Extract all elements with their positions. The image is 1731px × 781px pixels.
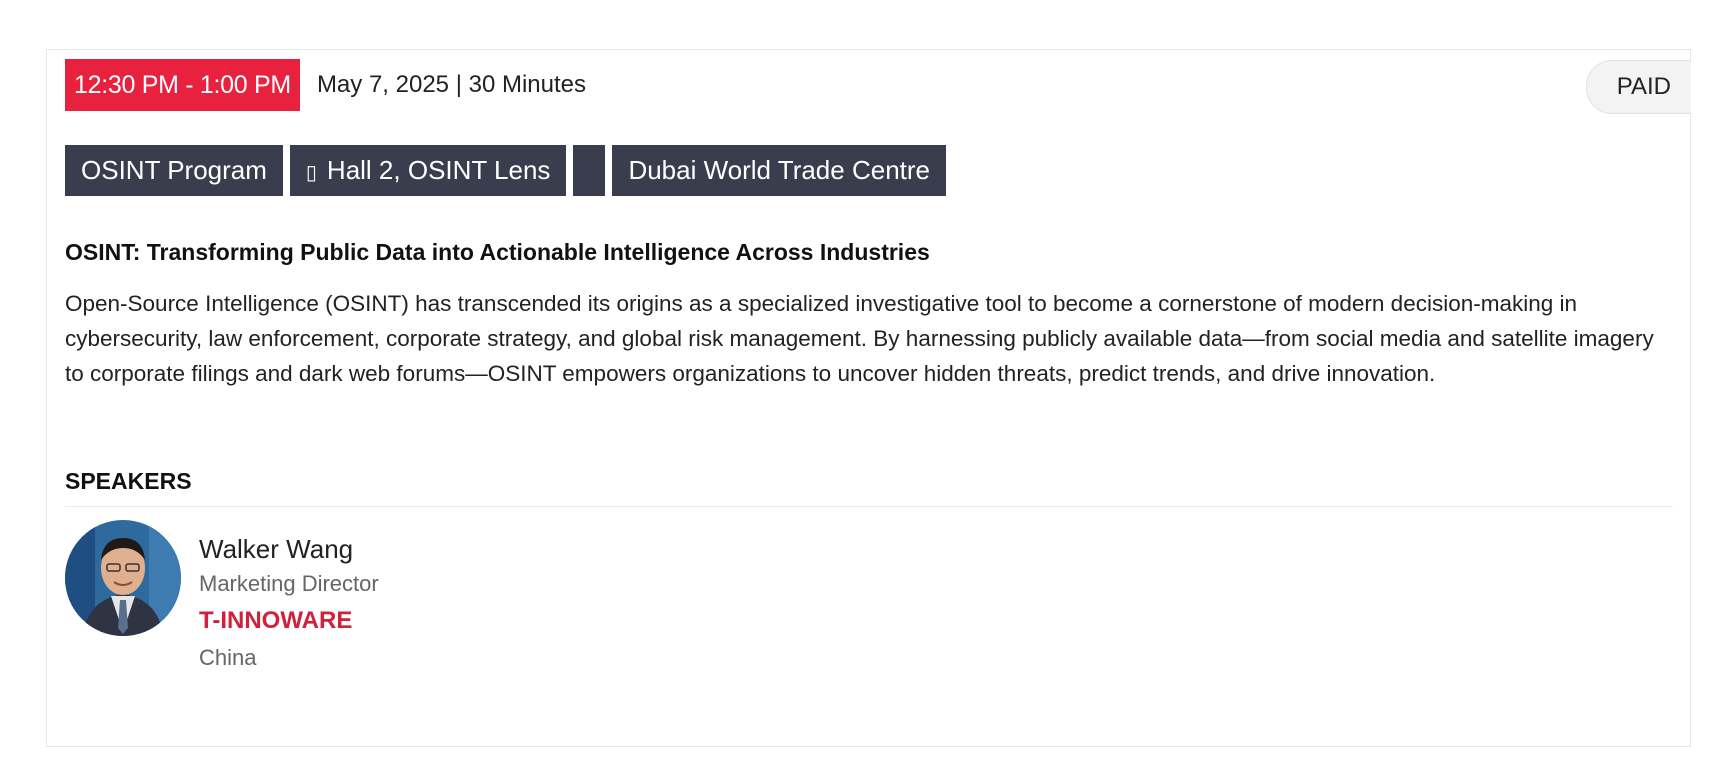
paid-badge: PAID — [1585, 60, 1691, 114]
tag-location[interactable]: ▯ Hall 2, OSINT Lens — [289, 145, 567, 196]
tag-venue[interactable]: Dubai World Trade Centre — [612, 145, 946, 196]
speaker-company[interactable]: T-INNOWARE — [199, 602, 379, 640]
speaker-country: China — [199, 645, 257, 670]
location-icon: ▯ — [305, 162, 317, 184]
date-duration: May 7, 2025 | 30 Minutes — [316, 71, 586, 98]
time-badge: 12:30 PM - 1:00 PM — [65, 59, 300, 111]
session-tags: OSINT Program ▯ Hall 2, OSINT Lens Dubai … — [65, 145, 953, 196]
session-description: Open-Source Intelligence (OSINT) has tra… — [65, 291, 1654, 386]
speaker-name[interactable]: Walker Wang — [199, 532, 379, 566]
tag-program[interactable]: OSINT Program — [65, 145, 283, 196]
speakers-divider — [65, 506, 1673, 507]
speaker-role: Marketing Director — [199, 571, 379, 596]
session-time-row: 12:30 PM - 1:00 PM May 7, 2025 | 30 Minu… — [65, 59, 586, 111]
session-card: 12:30 PM - 1:00 PM May 7, 2025 | 30 Minu… — [46, 49, 1691, 747]
speakers-heading: SPEAKERS — [65, 468, 192, 494]
speaker-avatar[interactable] — [65, 520, 181, 636]
tag-empty — [573, 145, 606, 196]
session-title: OSINT: Transforming Public Data into Act… — [65, 239, 930, 265]
speaker-card[interactable]: Walker Wang Marketing Director T-INNOWAR… — [65, 520, 379, 676]
speaker-info: Walker Wang Marketing Director T-INNOWAR… — [199, 520, 379, 676]
tag-location-label: Hall 2, OSINT Lens — [326, 155, 551, 185]
